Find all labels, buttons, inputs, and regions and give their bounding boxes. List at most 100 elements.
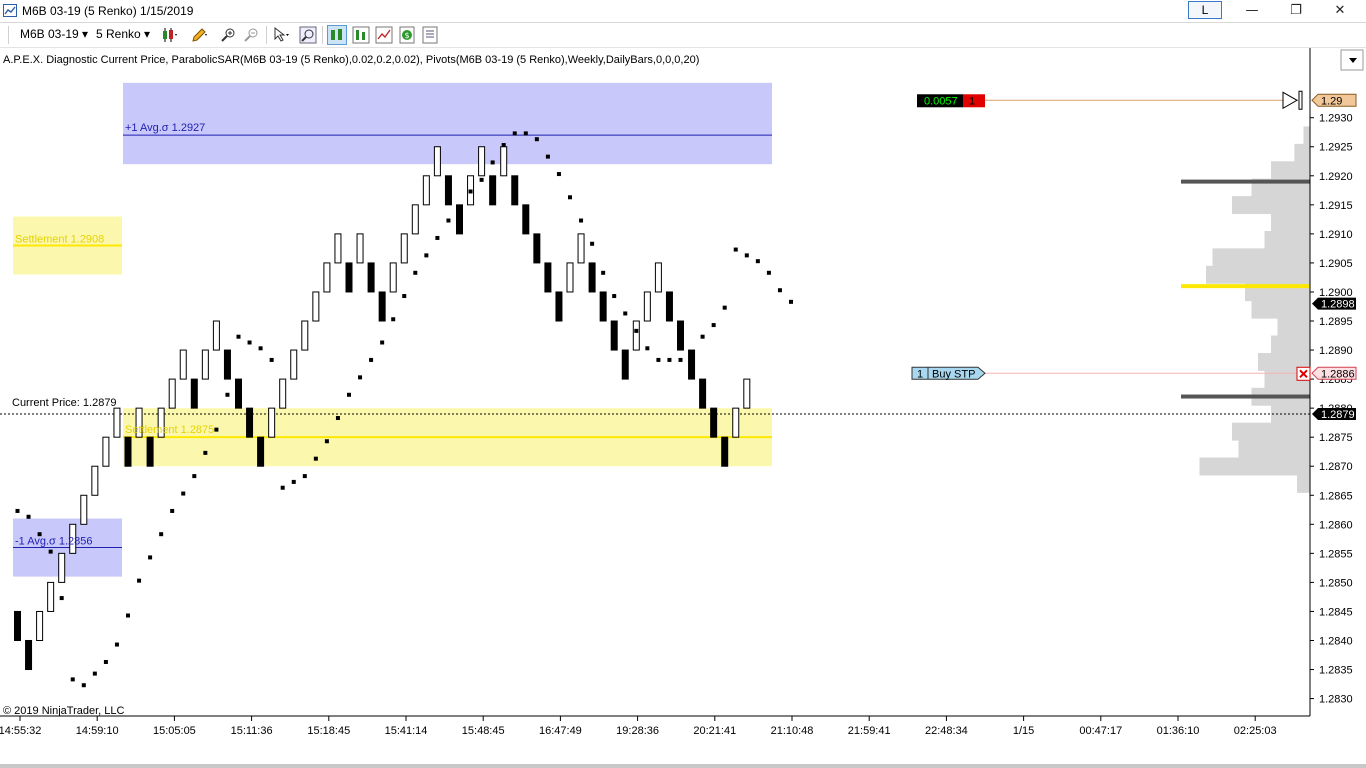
chart-app-icon — [3, 4, 17, 17]
psar-dot — [247, 340, 252, 345]
psar-dot — [777, 288, 782, 293]
renko-brick-down — [190, 378, 198, 409]
chart-style-icon[interactable] — [327, 25, 347, 45]
candlestick-icon[interactable] — [160, 26, 178, 44]
bar-type-selector[interactable]: 5 Renko ▾ — [96, 27, 150, 41]
psar-dot — [512, 131, 517, 136]
order-qty: 1 — [917, 368, 923, 380]
svg-text:$: $ — [405, 31, 410, 40]
instrument-selector[interactable]: M6B 03-19 ▾ — [20, 27, 88, 41]
renko-brick-up — [433, 146, 441, 177]
maximize-button[interactable]: ❐ — [1274, 0, 1318, 22]
bar-style-icon[interactable] — [352, 26, 370, 44]
psar-dot — [468, 189, 473, 194]
renko-brick-up — [334, 233, 342, 264]
zoom-out-icon[interactable] — [243, 26, 261, 44]
title-bar: M6B 03-19 (5 Renko) 1/15/2019 L — ❐ ✕ — [0, 0, 1366, 23]
minimize-button[interactable]: — — [1230, 0, 1274, 22]
psar-dot — [744, 253, 749, 258]
psar-dot — [534, 137, 539, 142]
psar-dot — [689, 352, 694, 357]
draw-pencil-icon[interactable] — [190, 26, 208, 44]
psar-dot — [236, 334, 241, 339]
cancel-order-icon[interactable] — [1296, 366, 1311, 381]
x-axis-label: 20:21:41 — [693, 725, 736, 737]
psar-dot — [590, 241, 595, 246]
psar-dot — [446, 218, 451, 223]
psar-dot — [380, 340, 385, 345]
chart-toolbar: M6B 03-19 ▾ 5 Renko ▾ $ — [0, 23, 1366, 48]
renko-brick-down — [257, 436, 265, 467]
psar-dot — [523, 131, 528, 136]
y-axis-label: 1.2870 — [1319, 461, 1353, 473]
volume-profile-bar — [1232, 196, 1310, 215]
renko-brick-up — [743, 378, 751, 409]
plus1-sigma-label: +1 Avg.σ 1.2927 — [125, 122, 205, 134]
volume-profile-bar — [1206, 265, 1310, 284]
x-axis-label: 15:05:05 — [153, 725, 196, 737]
last-price-badge: 1.2898 — [1312, 297, 1356, 311]
psar-dot — [335, 416, 340, 421]
y-axis-label: 1.2890 — [1319, 345, 1353, 357]
psar-dot — [358, 375, 363, 380]
renko-brick-down — [511, 175, 519, 206]
indicators-icon[interactable] — [375, 26, 393, 44]
cursor-icon[interactable] — [272, 26, 290, 44]
psar-dot — [490, 160, 495, 165]
position-price-text: 1.29 — [1321, 95, 1342, 107]
psar-dot — [369, 357, 374, 362]
psar-dot — [623, 311, 628, 316]
x-axis-label: 22:48:34 — [925, 725, 968, 737]
renko-brick-up — [58, 552, 66, 583]
x-axis-label: 01:36:10 — [1157, 725, 1200, 737]
search-icon[interactable] — [299, 26, 317, 44]
psar-dot — [70, 677, 75, 682]
renko-brick-down — [489, 175, 497, 206]
volume-profile-bar — [1271, 335, 1310, 354]
renko-brick-down — [444, 175, 452, 206]
volume-profile-bar — [1232, 422, 1310, 441]
volume-profile-bar — [1271, 213, 1310, 232]
y-axis-label: 1.2875 — [1319, 432, 1353, 444]
y-axis-label: 1.2850 — [1319, 577, 1353, 589]
renko-brick-down — [378, 291, 386, 322]
renko-brick-down — [610, 320, 618, 351]
current-price-label: Current Price: 1.2879 — [12, 397, 117, 409]
chart-scroll-corner[interactable] — [1340, 48, 1366, 72]
renko-brick-down — [14, 610, 21, 641]
y-axis-label: 1.2895 — [1319, 316, 1353, 328]
bar-type-label: 5 Renko — [96, 27, 141, 41]
renko-brick-down — [367, 262, 375, 293]
renko-brick-up — [422, 175, 430, 206]
layout-button[interactable]: L — [1188, 1, 1222, 19]
renko-brick-down — [588, 262, 596, 293]
position-display[interactable]: 0.0057 1 — [917, 94, 985, 108]
renko-brick-up — [400, 233, 408, 264]
scroll-down-icon — [1340, 49, 1364, 71]
properties-icon[interactable] — [421, 26, 439, 44]
renko-brick-up — [80, 494, 88, 525]
renko-brick-up — [566, 262, 574, 293]
x-axis-label: 14:55:32 — [0, 725, 41, 737]
close-button[interactable]: ✕ — [1318, 0, 1362, 22]
y-axis-label: 1.2905 — [1319, 258, 1353, 270]
renko-brick-up — [323, 262, 331, 293]
renko-brick-up — [279, 378, 287, 409]
zoom-in-icon[interactable] — [220, 26, 238, 44]
strategy-dollar-icon[interactable]: $ — [398, 26, 416, 44]
price-chart[interactable]: +1 Avg.σ 1.2927 -1 Avg.σ 1.2856 Settleme… — [0, 48, 1366, 742]
y-axis-label: 1.2910 — [1319, 229, 1353, 241]
plus1-sigma-zone — [123, 82, 772, 165]
volume-profile-marker — [1181, 284, 1310, 289]
renko-brick-down — [146, 436, 154, 467]
psar-dot — [700, 334, 705, 339]
psar-dot — [114, 642, 119, 647]
position-qty: 1 — [969, 95, 975, 107]
horizontal-scrollbar[interactable] — [0, 764, 1366, 768]
buy-stop-order-tag[interactable]: 1 Buy STP — [911, 366, 986, 380]
psar-dot — [280, 485, 285, 490]
renko-brick-down — [223, 349, 231, 380]
x-axis-label: 19:28:36 — [616, 725, 659, 737]
psar-dot — [324, 439, 329, 444]
psar-dot — [501, 143, 506, 148]
